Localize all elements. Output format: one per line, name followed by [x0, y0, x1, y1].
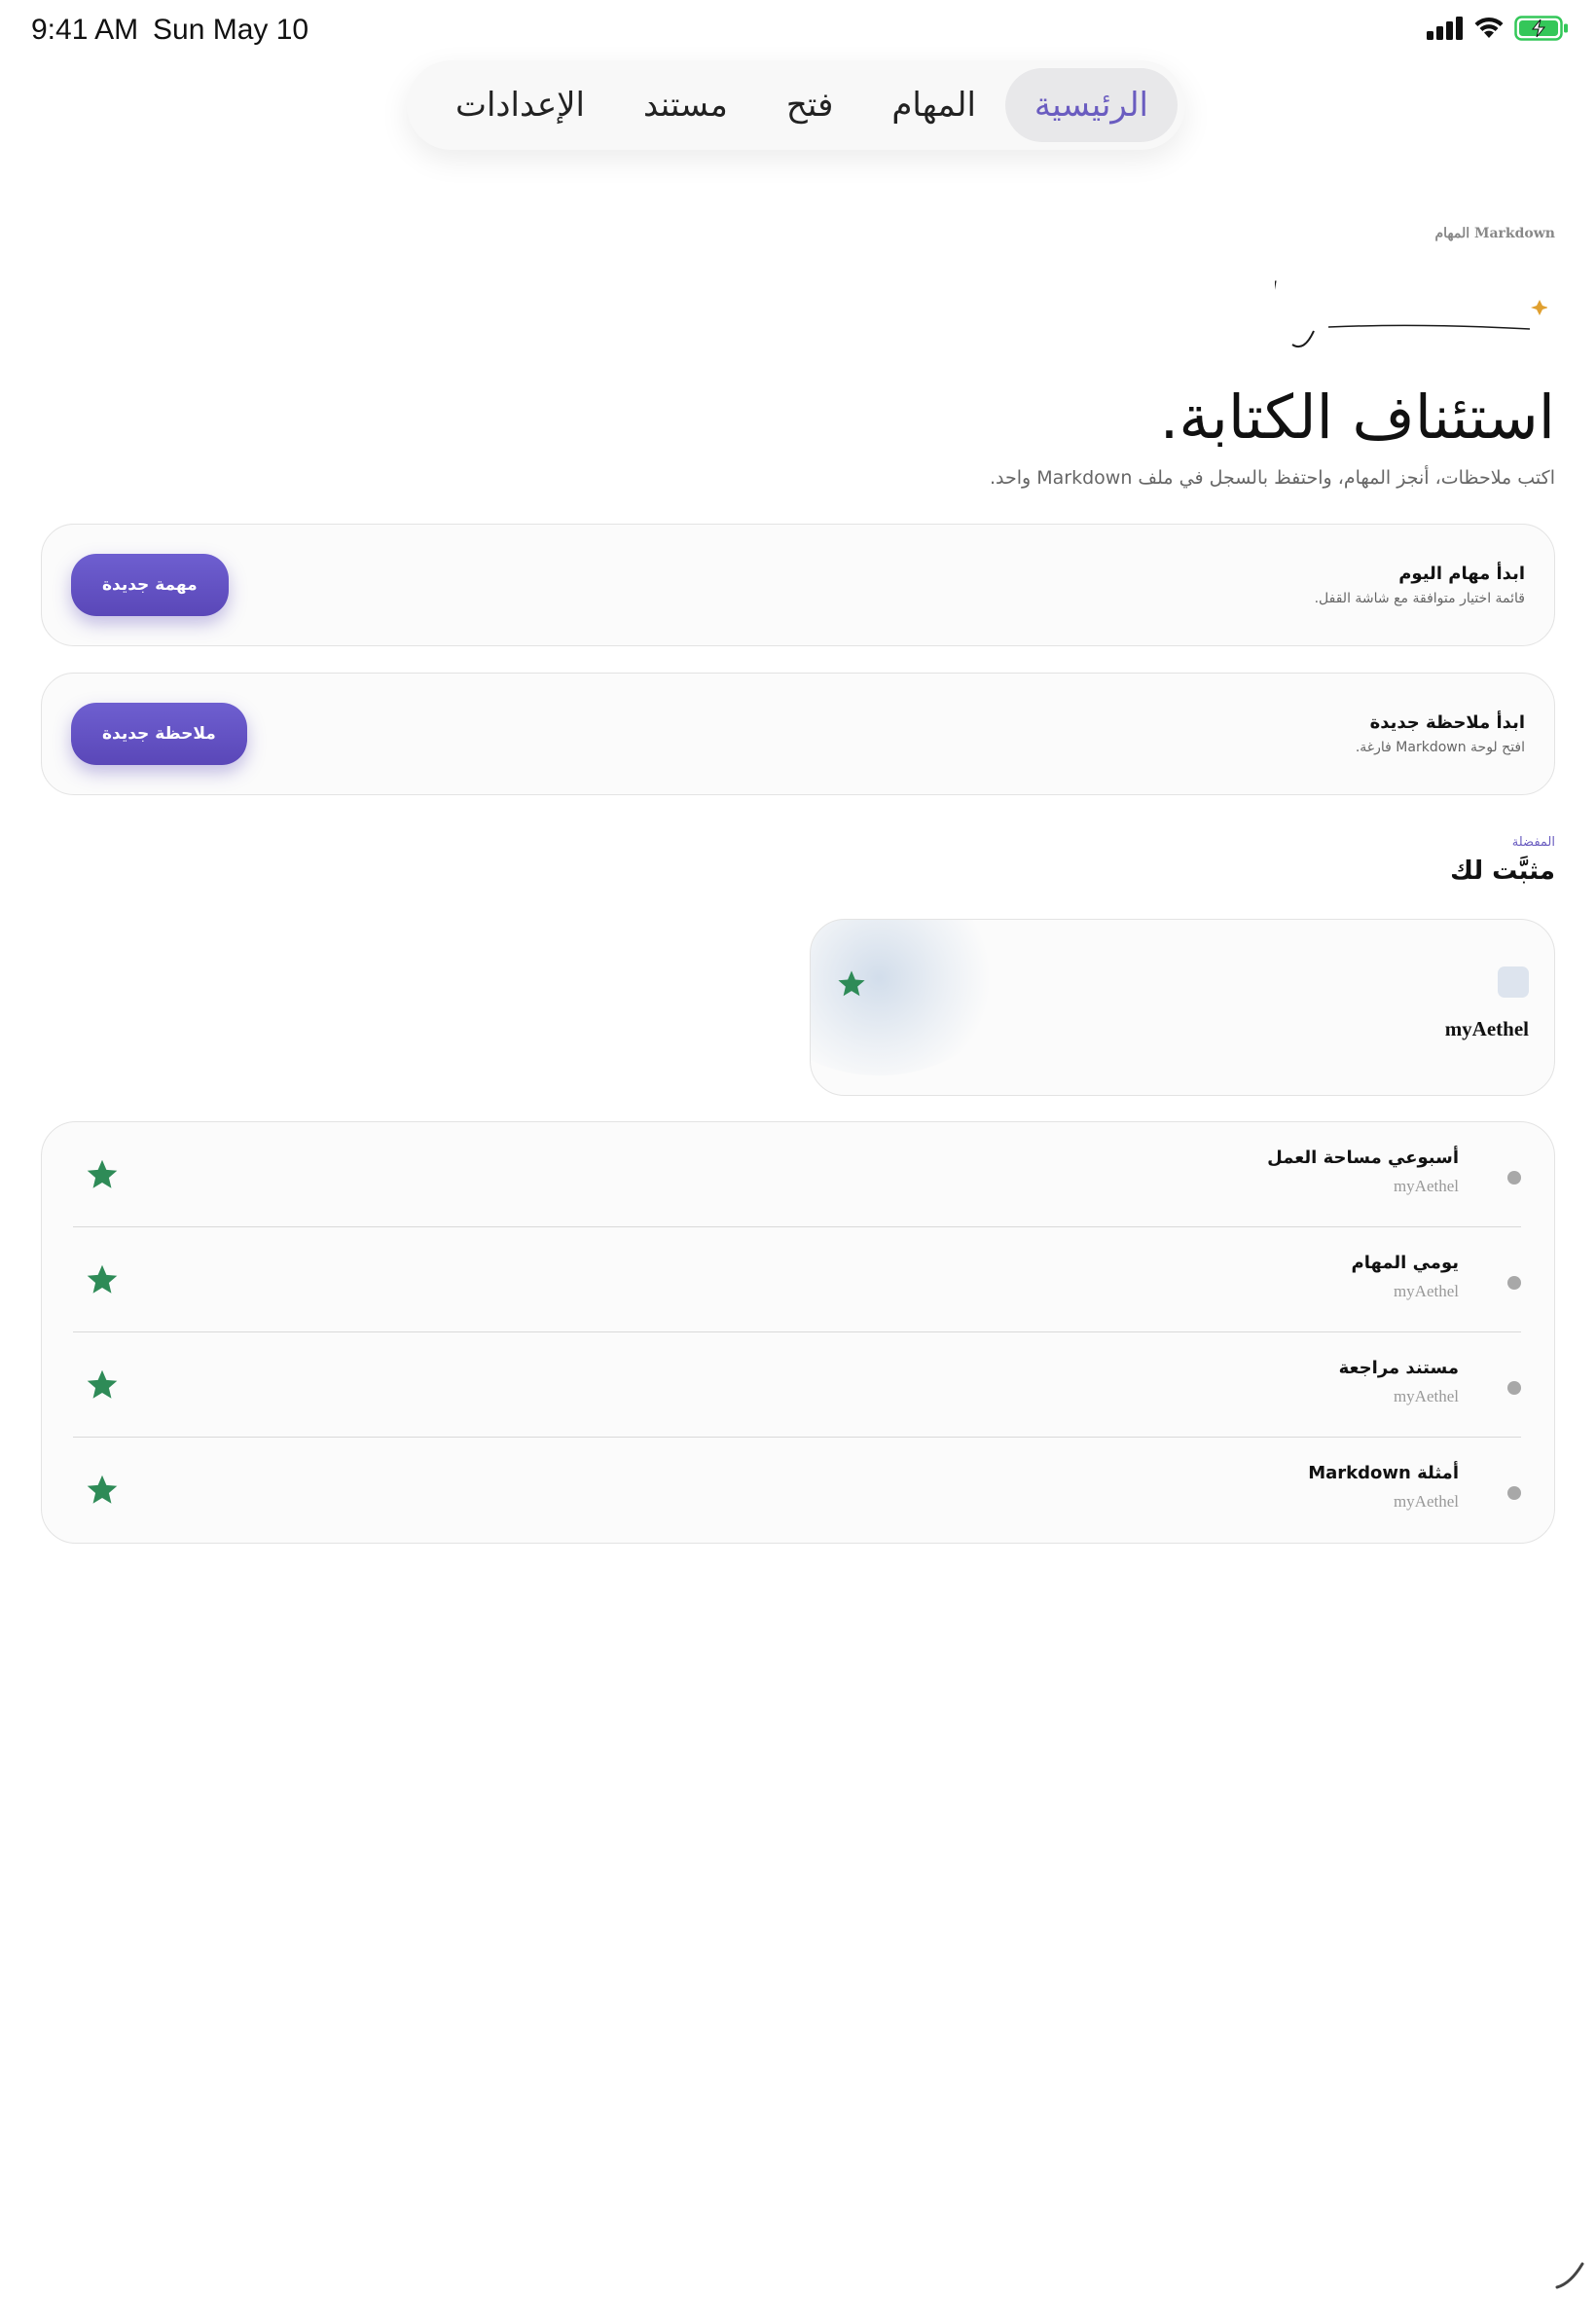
- list-item[interactable]: أسبوعي مساحة العمل myAethel: [73, 1122, 1521, 1227]
- bullet-dot: [1507, 1381, 1521, 1395]
- list-item-subtitle: myAethel: [1393, 1387, 1459, 1405]
- list-item[interactable]: مستند مراجعة myAethel: [73, 1332, 1521, 1438]
- list-item-subtitle: myAethel: [1393, 1177, 1459, 1195]
- pinned-card[interactable]: myAethel: [810, 919, 1555, 1096]
- star-icon[interactable]: [85, 1367, 120, 1403]
- wifi-icon: [1474, 17, 1504, 38]
- bullet-dot: [1507, 1171, 1521, 1185]
- document-thumbnail: [1498, 966, 1529, 998]
- page-subtitle: اكتب ملاحظات، أنجز المهام، واحتفظ بالسجل…: [990, 467, 1555, 489]
- list-item[interactable]: أمثلة Markdown myAethel: [73, 1438, 1521, 1543]
- start-note-card: ابدأ ملاحظة جديدة افتح لوحة Markdown فار…: [41, 673, 1555, 795]
- new-note-button[interactable]: ملاحظة جديدة: [71, 703, 247, 765]
- favorites-kicker: المفضلة: [1511, 835, 1555, 850]
- breadcrumb: Markdown المهام: [1434, 226, 1555, 241]
- list-item-title: مستند مراجعة: [1338, 1358, 1459, 1378]
- tab-open[interactable]: فتح: [757, 68, 862, 142]
- app-logo: myAethel: [1275, 271, 1547, 348]
- list-item-subtitle: myAethel: [1393, 1282, 1459, 1300]
- start-note-title: ابدأ ملاحظة جديدة: [1369, 712, 1525, 733]
- bullet-dot: [1507, 1276, 1521, 1290]
- list-item[interactable]: يومي المهام myAethel: [73, 1227, 1521, 1332]
- start-tasks-card: ابدأ مهام اليوم قائمة اختيار متوافقة مع …: [41, 524, 1555, 646]
- pinned-list: أسبوعي مساحة العمل myAethel يومي المهام …: [41, 1121, 1555, 1544]
- list-item-title: أمثلة Markdown: [1308, 1463, 1459, 1483]
- status-date: Sun May 10: [153, 14, 309, 46]
- pencil-scribble-icon: [1555, 2262, 1584, 2289]
- star-icon[interactable]: [85, 1473, 120, 1508]
- start-tasks-title: ابدأ مهام اليوم: [1398, 564, 1525, 584]
- star-icon[interactable]: [85, 1157, 120, 1192]
- sparkle-icon: [1531, 300, 1547, 315]
- tab-tasks[interactable]: المهام: [862, 68, 1005, 142]
- signal-icon: [1427, 17, 1463, 40]
- pinned-section-title: مثبَّت لك: [1450, 857, 1555, 886]
- new-task-button[interactable]: مهمة جديدة: [71, 554, 229, 616]
- tab-home[interactable]: الرئيسية: [1004, 68, 1178, 142]
- list-item-title: يومي المهام: [1351, 1253, 1460, 1273]
- pinned-card-title: myAethel: [1444, 1017, 1529, 1040]
- status-time: 9:41 AM: [31, 14, 139, 46]
- status-bar: 9:41 AM Sun May 10: [0, 0, 1596, 60]
- tab-document[interactable]: مستند: [614, 68, 757, 142]
- start-note-description: افتح لوحة Markdown فارغة.: [1355, 740, 1525, 755]
- status-icons: [1427, 16, 1569, 41]
- tab-bar: الرئيسية المهام فتح مستند الإعدادات: [407, 60, 1185, 150]
- page-title: استئناف الكتابة.: [1159, 382, 1555, 453]
- star-icon[interactable]: [836, 968, 867, 1000]
- star-icon[interactable]: [85, 1262, 120, 1297]
- list-item-title: أسبوعي مساحة العمل: [1267, 1148, 1459, 1168]
- list-item-subtitle: myAethel: [1393, 1492, 1459, 1511]
- battery-charging-icon: [1514, 16, 1568, 41]
- bullet-dot: [1507, 1486, 1521, 1500]
- start-tasks-description: قائمة اختيار متوافقة مع شاشة القفل.: [1314, 591, 1525, 606]
- logo-text: myAethel: [1275, 271, 1277, 337]
- tab-settings[interactable]: الإعدادات: [426, 68, 614, 142]
